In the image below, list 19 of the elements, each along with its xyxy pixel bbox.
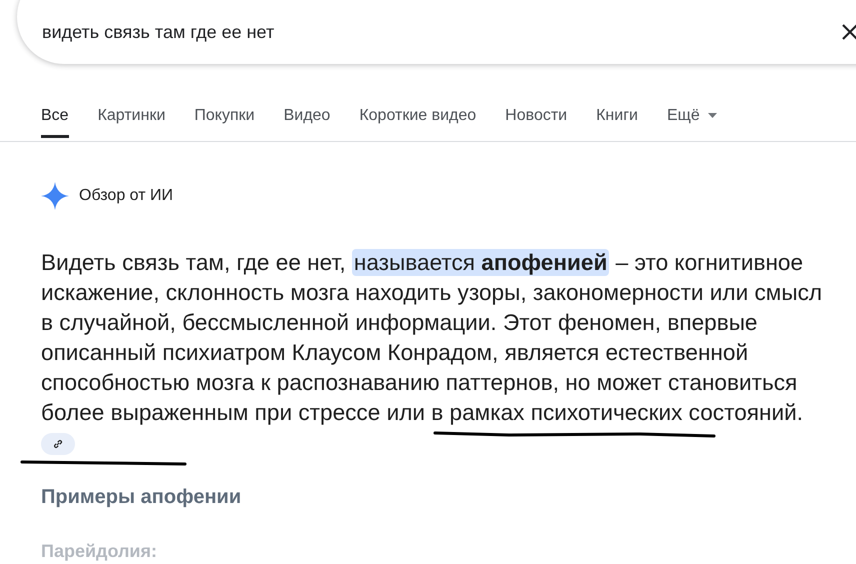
answer-text: Видеть связь там, где ее нет, называется апофенией – это когнитивное искажение, склонность мозга находить узоры, закономерности или смысл в случайной, бессмысленной информации. Этот феномен, впервые описанный психиатром Клаусом Конрадом, является естественной способностью мозга к распознаванию паттернов, но может становиться более выраженным при стрессе или в рамках психотических состояний. <box>41 248 831 458</box>
tab[interactable]: Все <box>41 100 69 138</box>
tab[interactable]: Картинки <box>98 100 166 138</box>
search-field[interactable]: видеть связь там где ее нет <box>17 0 856 64</box>
sparkle-icon <box>41 182 69 210</box>
link-icon <box>53 439 63 450</box>
caret-icon <box>708 113 717 118</box>
section-heading: Примеры апофении <box>41 486 242 509</box>
tab[interactable]: Ещё <box>666 100 717 138</box>
tab[interactable]: Видео <box>284 100 330 138</box>
search-query: видеть связь там где ее нет <box>42 21 274 44</box>
section-subheading: Парейдолия: <box>41 541 158 562</box>
overview-title: Обзор от ИИ <box>79 187 173 205</box>
link-button[interactable] <box>41 433 75 456</box>
tab[interactable]: Покупки <box>194 100 255 138</box>
tab[interactable]: Новости <box>505 100 568 138</box>
close-icon[interactable] <box>842 24 856 40</box>
tab[interactable]: Короткие видео <box>359 100 476 138</box>
tab[interactable]: Книги <box>596 100 638 138</box>
